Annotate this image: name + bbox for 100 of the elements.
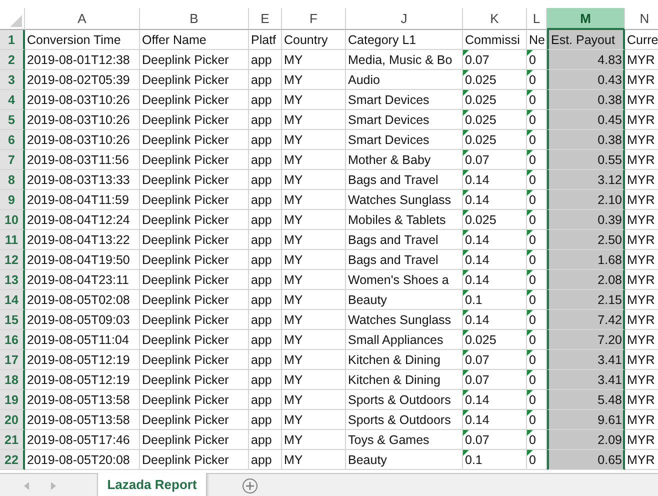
table-cell: 2019-08-03T13:33 <box>25 170 140 190</box>
row-header[interactable]: 3 <box>0 70 25 90</box>
table-cell: 2019-08-05T20:08 <box>25 450 140 470</box>
table-cell: Watches Sunglass <box>346 190 463 210</box>
table-cell: 2019-08-05T12:19 <box>25 370 140 390</box>
table-cell: app <box>249 450 282 470</box>
row-header[interactable]: 8 <box>0 170 25 190</box>
table-cell: 0 <box>527 230 547 250</box>
table-cell: MY <box>282 330 346 350</box>
row-header[interactable]: 9 <box>0 190 25 210</box>
table-cell: Sports & Outdoors <box>346 390 463 410</box>
table-cell: 2019-08-03T10:26 <box>25 130 140 150</box>
row-header[interactable]: 12 <box>0 250 25 270</box>
table-cell: MYR <box>625 190 658 210</box>
column-header[interactable]: E <box>249 8 282 30</box>
table-cell: MY <box>282 230 346 250</box>
table-cell: MY <box>282 190 346 210</box>
table-cell: MYR <box>625 270 658 290</box>
table-cell: MY <box>282 210 346 230</box>
table-cell: Deeplink Picker <box>140 290 249 310</box>
table-cell: 0.14 <box>463 410 527 430</box>
table-cell: 0 <box>527 150 547 170</box>
table-cell: 3.41 <box>547 370 625 390</box>
table-cell: MYR <box>625 50 658 70</box>
table-cell: Bags and Travel <box>346 170 463 190</box>
table-cell: 0.1 <box>463 450 527 470</box>
column-header[interactable]: A <box>25 8 140 30</box>
table-cell: app <box>249 90 282 110</box>
table-cell: Watches Sunglass <box>346 310 463 330</box>
table-cell: 2019-08-04T23:11 <box>25 270 140 290</box>
column-header[interactable]: K <box>463 8 527 30</box>
row-header[interactable]: 6 <box>0 130 25 150</box>
row-header[interactable]: 7 <box>0 150 25 170</box>
table-cell: 0.025 <box>463 210 527 230</box>
table-cell: 2019-08-03T10:26 <box>25 110 140 130</box>
table-cell: 0.07 <box>463 150 527 170</box>
table-cell: MYR <box>625 430 658 450</box>
row-header[interactable]: 19 <box>0 390 25 410</box>
column-header[interactable]: F <box>282 8 346 30</box>
table-cell: app <box>249 270 282 290</box>
table-cell: 2019-08-02T05:39 <box>25 70 140 90</box>
select-all-icon[interactable] <box>10 15 22 27</box>
sheet-tab[interactable]: Lazada Report <box>97 473 207 496</box>
table-cell: app <box>249 110 282 130</box>
table-cell: Mobiles & Tablets <box>346 210 463 230</box>
row-header[interactable]: 15 <box>0 310 25 330</box>
row-header[interactable]: 22 <box>0 450 25 470</box>
table-cell: MYR <box>625 310 658 330</box>
table-cell: 0.14 <box>463 310 527 330</box>
table-cell: Deeplink Picker <box>140 450 249 470</box>
row-header[interactable]: 13 <box>0 270 25 290</box>
row-header[interactable]: 11 <box>0 230 25 250</box>
row-header[interactable]: 5 <box>0 110 25 130</box>
table-cell: 2019-08-04T11:59 <box>25 190 140 210</box>
row-header[interactable]: 17 <box>0 350 25 370</box>
table-cell: app <box>249 50 282 70</box>
table-cell: Beauty <box>346 290 463 310</box>
table-cell: MYR <box>625 290 658 310</box>
row-header[interactable]: 21 <box>0 430 25 450</box>
table-cell: 2019-08-05T13:58 <box>25 390 140 410</box>
table-cell: MYR <box>625 230 658 250</box>
row-header[interactable]: 20 <box>0 410 25 430</box>
scroll-left-icon[interactable] <box>24 482 30 490</box>
column-header[interactable]: J <box>346 8 463 30</box>
table-cell: MY <box>282 250 346 270</box>
row-header[interactable]: 4 <box>0 90 25 110</box>
row-header[interactable]: 18 <box>0 370 25 390</box>
table-cell: app <box>249 70 282 90</box>
row-header[interactable]: 14 <box>0 290 25 310</box>
table-cell: 0.14 <box>463 390 527 410</box>
table-cell: MY <box>282 150 346 170</box>
table-cell: 0 <box>527 170 547 190</box>
table-cell: MYR <box>625 110 658 130</box>
scroll-right-icon[interactable] <box>50 482 56 490</box>
table-cell: MY <box>282 110 346 130</box>
table-cell: Deeplink Picker <box>140 330 249 350</box>
table-cell: app <box>249 130 282 150</box>
row-header[interactable]: 10 <box>0 210 25 230</box>
table-cell: Deeplink Picker <box>140 390 249 410</box>
table-cell: MY <box>282 290 346 310</box>
row-header[interactable]: 2 <box>0 50 25 70</box>
column-header[interactable]: L <box>527 8 547 30</box>
table-cell: app <box>249 230 282 250</box>
column-header[interactable]: M <box>547 8 625 30</box>
table-cell: app <box>249 170 282 190</box>
table-cell: Bags and Travel <box>346 250 463 270</box>
table-cell: Audio <box>346 70 463 90</box>
row-header[interactable]: 16 <box>0 330 25 350</box>
table-cell: app <box>249 250 282 270</box>
column-header[interactable]: B <box>140 8 249 30</box>
table-cell: Deeplink Picker <box>140 210 249 230</box>
table-cell: Deeplink Picker <box>140 70 249 90</box>
add-sheet-icon[interactable] <box>242 478 258 494</box>
row-header[interactable]: 1 <box>0 30 25 50</box>
table-cell: 2019-08-05T11:04 <box>25 330 140 350</box>
table-cell: 0 <box>527 410 547 430</box>
table-cell: Smart Devices <box>346 90 463 110</box>
table-cell: 0 <box>527 290 547 310</box>
table-cell: Deeplink Picker <box>140 270 249 290</box>
table-cell: 2019-08-04T13:22 <box>25 230 140 250</box>
